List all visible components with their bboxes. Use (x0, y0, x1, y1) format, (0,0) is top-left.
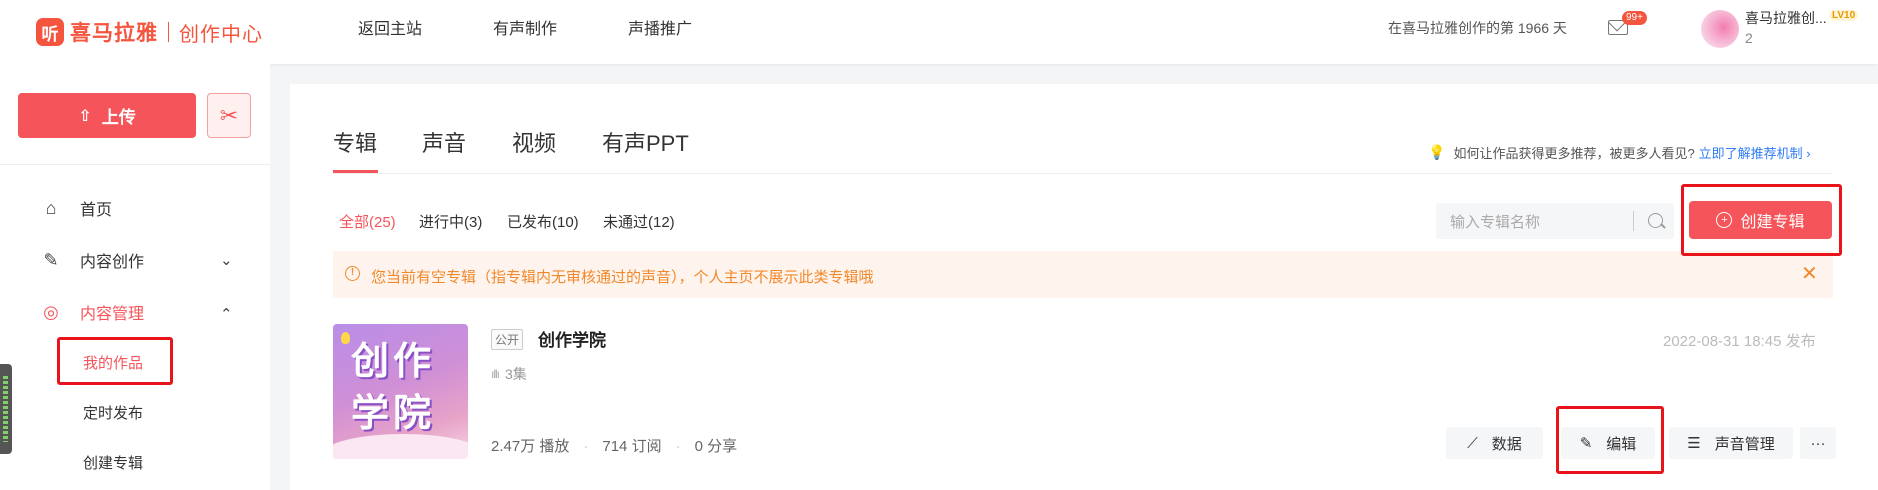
avatar[interactable] (1701, 10, 1739, 48)
tip-text: 如何让作品获得更多推荐，被更多人看见? (1453, 146, 1695, 161)
creation-days-text: 在喜马拉雅创作的第 1966 天 (1388, 20, 1567, 36)
highlight-box-edit (1556, 406, 1664, 474)
album-search (1436, 203, 1674, 241)
logo-subtitle: 创作中心 (179, 23, 263, 46)
album-stats: 2.47万 播放 · 714 订阅 · 0 分享 (491, 435, 737, 456)
nav-promotion[interactable]: 声播推广 (628, 0, 692, 60)
publish-date: 2022-08-31 18:45 发布 (1663, 333, 1816, 350)
user-count: 2 (1745, 30, 1753, 46)
data-button[interactable]: ⟋ 数据 (1446, 427, 1543, 459)
filter-rejected[interactable]: 未通过(12) (603, 211, 675, 232)
sidebar-sub-scheduled[interactable]: 定时发布 (83, 402, 143, 423)
chevron-down-icon[interactable]: ⌄ (220, 251, 233, 269)
logo-text: 喜马拉雅 (70, 22, 158, 45)
logo-mark-icon: 听 (36, 18, 64, 46)
sidebar: ⇧ 上传 ✂ ⌂ 首页 ✎ 内容创作 ⌄ ◎ 内容管理 ⌃ 我的作品 定时发布 … (0, 64, 270, 490)
highlight-box-create-album (1681, 184, 1842, 256)
more-icon: ··· (1810, 434, 1826, 452)
upload-label: 上传 (101, 108, 136, 127)
mail-badge: 99+ (1622, 11, 1647, 25)
waveform-icon: ıllı (491, 367, 500, 381)
manage-icon: ◎ (43, 301, 59, 322)
level-badge: LV10 (1829, 10, 1859, 21)
cover-text-line2: 学院 (351, 393, 436, 435)
tab-albums[interactable]: 专辑 (333, 126, 377, 158)
audio-manage-button[interactable]: ☰ 声音管理 (1669, 427, 1793, 459)
nav-back-to-main[interactable]: 返回主站 (358, 0, 422, 60)
more-button[interactable]: ··· (1800, 427, 1836, 459)
sidebar-item-content-management[interactable]: ◎ 内容管理 (40, 297, 144, 327)
top-bar: 听 喜马拉雅 创作中心 返回主站 有声制作 声播推广 在喜马拉雅创作的第 196… (0, 0, 1878, 64)
tab-audio[interactable]: 声音 (422, 126, 466, 158)
list-icon: ☰ (1687, 435, 1701, 452)
upload-button[interactable]: ⇧ 上传 (18, 93, 196, 138)
upload-icon: ⇧ (78, 107, 92, 125)
album-title[interactable]: 创作学院 (538, 326, 606, 351)
chevron-up-icon[interactable]: ⌃ (220, 305, 233, 323)
scissors-icon: ✂ (219, 102, 239, 128)
notice-text: 您当前有空专辑（指专辑内无审核通过的声音），个人主页不展示此类专辑哦 (371, 269, 874, 286)
share-count: 0 分享 (694, 438, 738, 455)
cover-text-line1: 创作 (351, 341, 436, 383)
album-episodes: ıllı 3集 (491, 364, 527, 384)
stat-separator: · (675, 438, 681, 455)
album-cover[interactable]: 创作 学院 (333, 324, 468, 459)
sidebar-item-label: 首页 (80, 202, 113, 219)
scissors-button[interactable]: ✂ (207, 93, 251, 138)
play-count: 2.47万 播放 (491, 438, 570, 455)
search-icon[interactable] (1648, 213, 1663, 228)
sidebar-divider (0, 164, 270, 165)
logo[interactable]: 听 喜马拉雅 创作中心 (36, 15, 263, 49)
close-icon[interactable]: ✕ (1801, 261, 1818, 286)
chart-icon: ⟋ (1467, 434, 1478, 452)
audio-manage-label: 声音管理 (1714, 435, 1775, 453)
recommend-tip: 💡 如何让作品获得更多推荐，被更多人看见? 立即了解推荐机制 › (1428, 143, 1811, 162)
notice-banner: ! 您当前有空专辑（指专辑内无审核通过的声音），个人主页不展示此类专辑哦 ✕ (333, 251, 1833, 298)
tip-link[interactable]: 立即了解推荐机制 › (1699, 143, 1811, 162)
filter-all[interactable]: 全部(25) (339, 211, 396, 232)
user-name[interactable]: 喜马拉雅创... (1745, 8, 1827, 28)
search-divider (1633, 211, 1634, 231)
pen-icon: ✎ (43, 249, 59, 270)
tab-video[interactable]: 视频 (512, 126, 556, 158)
subscribe-count: 714 订阅 (602, 438, 662, 455)
volume-indicator (0, 364, 12, 454)
sidebar-sub-create-album[interactable]: 创建专辑 (83, 452, 143, 473)
home-icon: ⌂ (45, 197, 57, 218)
highlight-box-my-works (57, 337, 173, 385)
stat-separator: · (583, 438, 589, 455)
sidebar-item-home[interactable]: ⌂ 首页 (40, 193, 112, 223)
sidebar-item-label: 内容创作 (80, 254, 145, 271)
lightbulb-icon: 💡 (1428, 144, 1446, 160)
filter-published[interactable]: 已发布(10) (507, 211, 579, 232)
filter-in-progress[interactable]: 进行中(3) (419, 211, 482, 232)
cover-text: 创作 学院 (351, 336, 435, 440)
tabs-divider (333, 173, 1833, 174)
public-badge: 公开 (491, 329, 524, 350)
logo-divider (168, 22, 169, 42)
sidebar-item-content-creation[interactable]: ✎ 内容创作 (40, 245, 144, 275)
tab-audio-ppt[interactable]: 有声PPT (602, 126, 689, 158)
data-label: 数据 (1491, 435, 1522, 453)
sidebar-item-label: 内容管理 (80, 306, 145, 323)
cover-bulb-icon (341, 332, 350, 344)
episode-count: 3集 (505, 366, 527, 382)
search-input[interactable] (1436, 203, 1642, 241)
nav-audio-production[interactable]: 有声制作 (493, 0, 557, 60)
warning-icon: ! (345, 266, 360, 281)
